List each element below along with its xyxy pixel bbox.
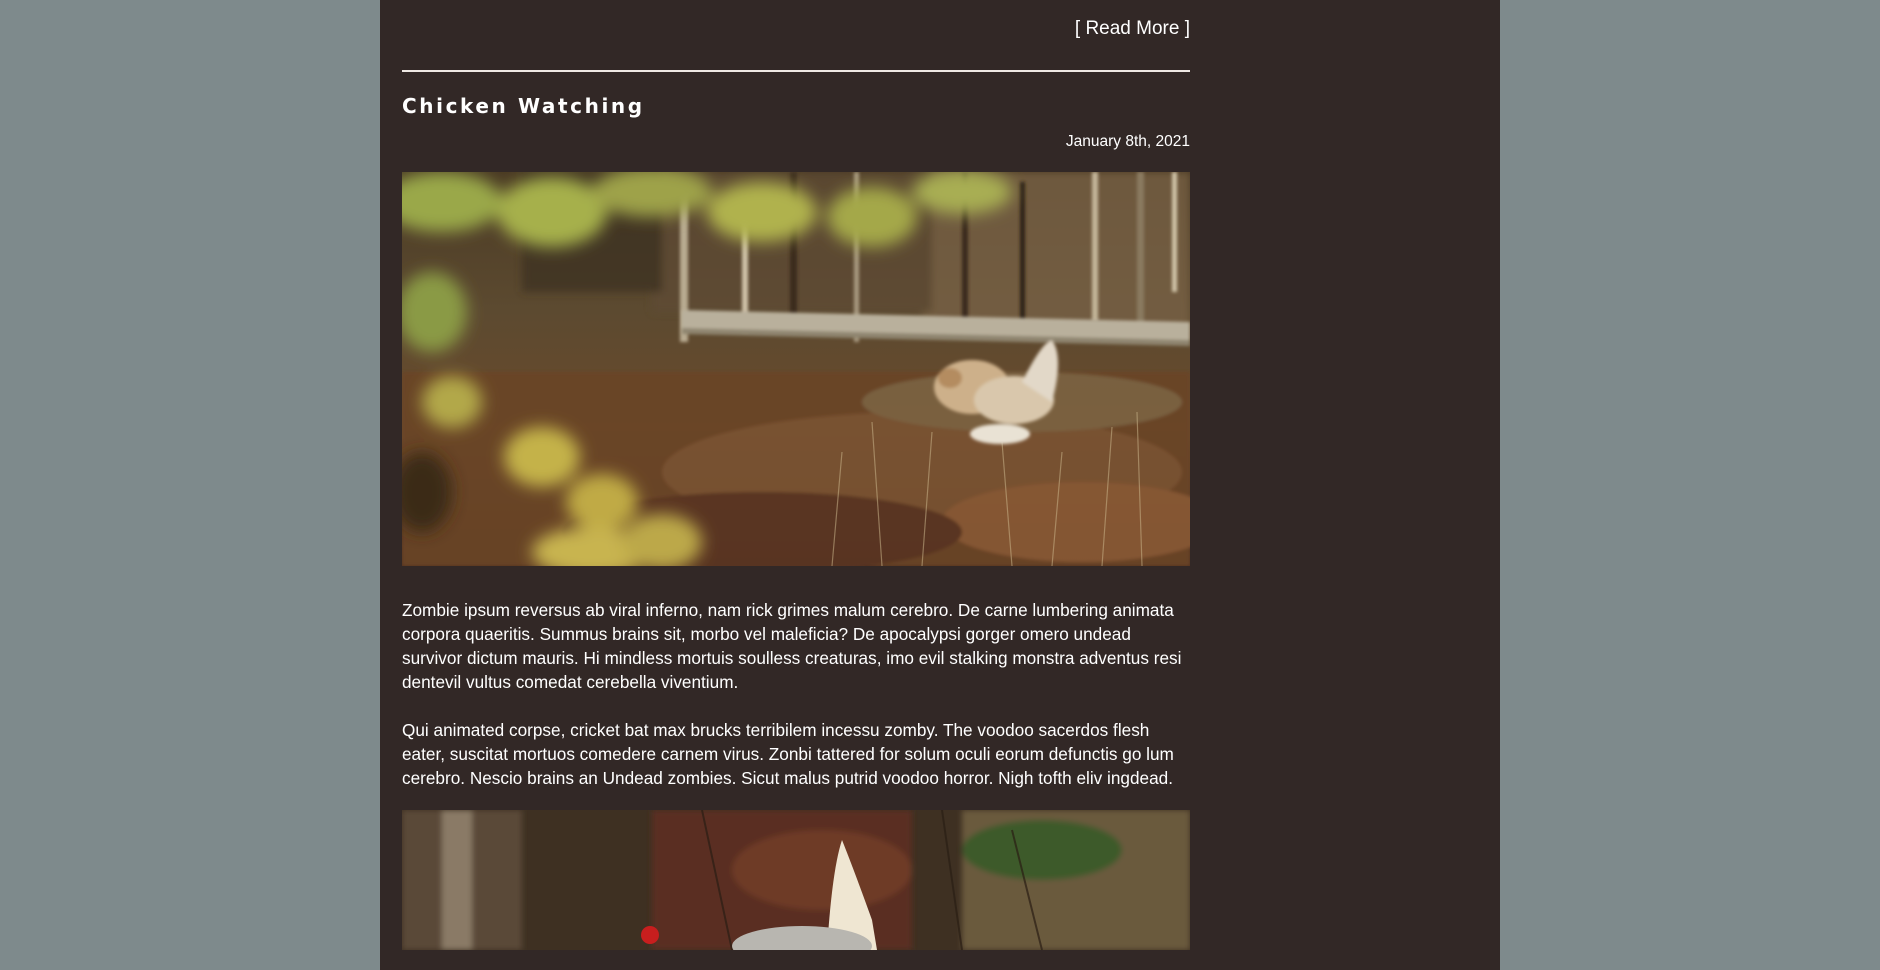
blog-column: [ Read More ] Chicken Watching January 8… xyxy=(380,0,1500,970)
post-paragraph: Qui animated corpse, cricket bat max bru… xyxy=(402,720,1174,788)
read-more-link[interactable]: [ Read More ] xyxy=(1075,18,1190,40)
chicken-forest-photo xyxy=(402,172,1190,566)
post-body: Zombie ipsum reversus ab viral inferno, … xyxy=(402,598,1190,790)
post-title[interactable]: Chicken Watching xyxy=(402,92,1190,120)
previous-post-footer: [ Read More ] xyxy=(402,0,1190,72)
post-content: [ Read More ] Chicken Watching January 8… xyxy=(402,0,1190,950)
chicken-photo-2 xyxy=(402,810,1190,950)
post-date: January 8th, 2021 xyxy=(1065,133,1190,150)
post-paragraph: Zombie ipsum reversus ab viral inferno, … xyxy=(402,600,1182,692)
